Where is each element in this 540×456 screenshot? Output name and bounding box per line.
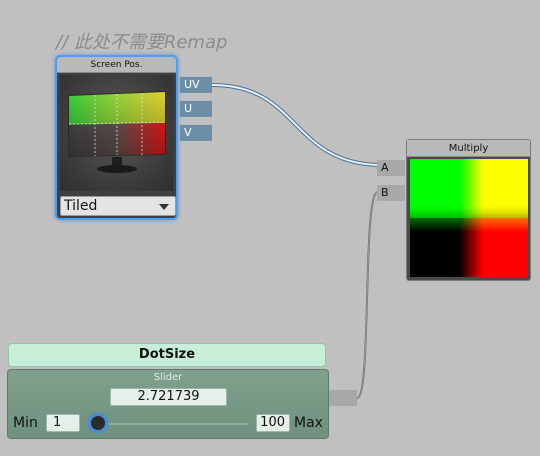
dotsize-output-port[interactable] [329,390,357,406]
mode-dropdown-value: Tiled [64,198,98,214]
min-label: Min [13,415,38,431]
monitor-preview-icon [68,91,166,173]
output-port-v[interactable]: V [180,125,212,141]
slider-track[interactable] [98,423,248,425]
screen-position-node[interactable]: Screen Pos. Tiled [55,55,178,220]
input-port-b[interactable]: B [377,185,405,201]
max-field[interactable]: 100 [256,414,290,432]
dotsize-slider-node[interactable]: Slider 2.721739 Min 1 100 Max [7,369,329,439]
property-type-label: Slider [153,372,183,383]
dotsize-value-field[interactable]: 2.721739 [110,388,227,406]
slider-knob[interactable] [88,413,108,433]
output-port-uv[interactable]: UV [180,77,212,93]
min-field[interactable]: 1 [46,414,80,432]
multiply-preview [410,159,528,277]
output-port-u[interactable]: U [180,101,212,117]
property-header-dotsize[interactable]: DotSize [8,343,326,367]
mode-dropdown[interactable]: Tiled [60,196,176,216]
multiply-title: Multiply [407,140,530,157]
multiply-node[interactable]: Multiply [406,139,531,281]
input-port-a[interactable]: A [377,160,405,176]
screen-position-preview [60,75,173,191]
max-label: Max [294,415,323,431]
screen-position-title: Screen Pos. [57,57,176,73]
multiply-preview-top [410,159,528,233]
chevron-down-icon [159,204,169,210]
node-comment: // 此处不需要Remap [56,32,228,53]
